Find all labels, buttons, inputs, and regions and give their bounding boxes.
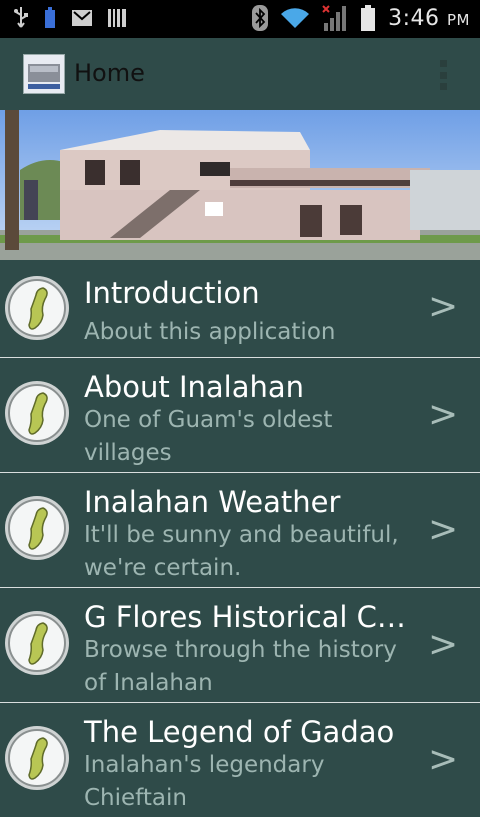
list-item-title: Inalahan Weather [84, 485, 341, 519]
overflow-menu-icon[interactable] [440, 60, 448, 90]
chevron-right-icon: > [428, 286, 459, 327]
list-item-historical-center[interactable]: G Flores Historical C… Browse through th… [0, 588, 480, 703]
list-item-subtitle: One of Guam's oldest villages [84, 407, 333, 466]
chevron-right-icon: > [428, 509, 459, 550]
guam-map-icon [5, 496, 69, 560]
chevron-right-icon: > [428, 624, 459, 665]
wifi-icon [281, 8, 310, 28]
barcode-icon [108, 9, 126, 27]
list-item-weather[interactable]: Inalahan Weather It'll be sunny and beau… [0, 473, 480, 588]
list-item-subtitle: Browse through the history of Inalahan [84, 637, 397, 696]
list-item-title: Introduction [84, 276, 260, 310]
clock: 3:46 PM [388, 5, 470, 31]
battery-icon [361, 5, 376, 31]
menu-list: Introduction About this application > Ab… [0, 262, 480, 817]
usb-icon [14, 7, 28, 28]
list-item-subtitle: Inalahan's legendary Chieftain [84, 752, 325, 811]
guam-map-icon [5, 381, 69, 445]
action-bar: Home [0, 38, 480, 110]
page-title: Home [74, 59, 145, 87]
chevron-right-icon: > [428, 394, 459, 435]
list-item-subtitle: It'll be sunny and beautiful, we're cert… [84, 522, 399, 581]
guam-map-icon [5, 726, 69, 790]
battery-small-icon [45, 7, 55, 28]
guam-map-icon [5, 611, 69, 675]
guam-map-icon [5, 276, 69, 340]
list-item-introduction[interactable]: Introduction About this application > [0, 262, 480, 358]
list-item-title: The Legend of Gadao [84, 715, 395, 749]
status-bar: 3:46 PM [0, 0, 480, 38]
list-item-title: G Flores Historical C… [84, 600, 406, 634]
bluetooth-icon [252, 5, 269, 31]
signal-icon [322, 5, 347, 31]
list-item-about-inalahan[interactable]: About Inalahan One of Guam's oldest vill… [0, 358, 480, 473]
gmail-icon [72, 10, 92, 26]
app-logo-icon[interactable] [23, 54, 65, 94]
list-item-title: About Inalahan [84, 370, 305, 404]
banner-image [0, 110, 480, 260]
chevron-right-icon: > [428, 739, 459, 780]
list-item-subtitle: About this application [84, 319, 336, 345]
